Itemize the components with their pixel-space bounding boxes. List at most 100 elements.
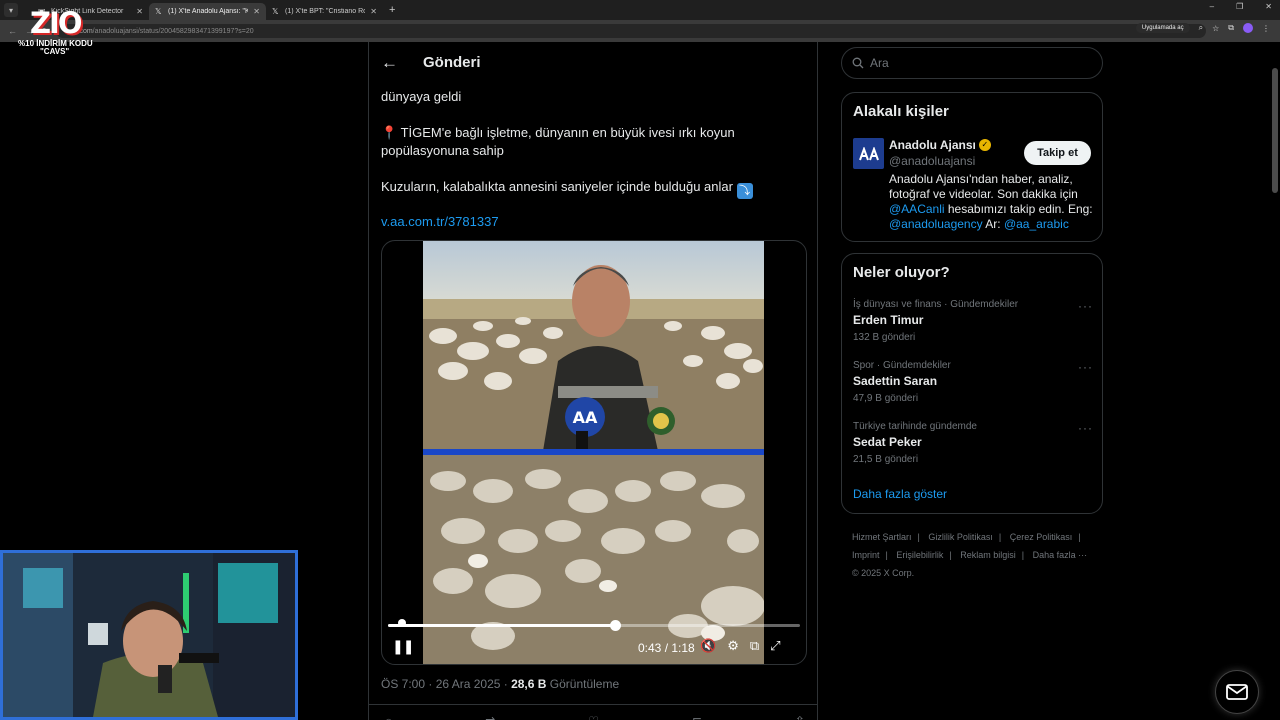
zoom-icon[interactable]: ⌕ [1199,23,1203,33]
related-title: Alakalı kişiler [853,103,949,120]
back-nav-icon[interactable]: ← [8,26,17,36]
x-logo-icon: 𝕏 [272,6,279,16]
tweet-paragraph: Kuzuların, kalabalıkta annesini saniyele… [381,178,801,199]
footer-link[interactable]: Reklam bilgisi [960,550,1016,560]
post-timestamp[interactable]: ÖS 7:00 · 26 Ara 2025 · [381,677,511,691]
video-player[interactable]: AA ❚❚ 0:43 / 1:18 🔇 ⚙ ⧉ ⤢ [381,240,807,665]
trend-item[interactable]: Spor · Gündemdekiler Sadettin Saran 47,9… [853,360,1093,404]
trend-item[interactable]: İş dünyası ve finans · Gündemdekiler Erd… [853,299,1093,343]
trend-count: 47,9 B gönderi [853,393,919,404]
zio-logo: ZIO [30,6,83,40]
messages-button[interactable] [1215,670,1259,714]
follow-button[interactable]: Takip et [1024,141,1091,165]
footer-link[interactable]: Gizlilik Politikası [928,532,993,542]
trend-name: Sadettin Saran [853,374,938,388]
main-column: ← Gönderi dünyaya geldi 📍 TİGEM'e bağlı … [368,42,818,720]
video-progress-fill [388,624,615,627]
post-meta: ÖS 7:00 · 26 Ara 2025 · 28,6 B Görüntüle… [381,677,619,691]
bio-link[interactable]: @anadoluagency [889,217,983,231]
anadolu-logo-icon [858,146,879,160]
video-control-icons: 🔇 ⚙ ⧉ ⤢ [700,638,781,654]
video-progress-bar[interactable] [388,620,800,631]
arrow-left-icon[interactable]: ← [381,53,398,73]
divider [369,704,817,705]
repost-icon[interactable]: ⇄ [485,714,495,720]
copyright: © 2025 X Corp. [852,568,915,578]
restore-icon[interactable]: ❐ [1236,2,1243,11]
mute-icon[interactable]: 🔇 [700,638,716,654]
reply-icon[interactable]: ○ [385,714,392,720]
arrow-down-emoji-icon: ⤵ [736,183,753,199]
tab-title: (1) X'te Anadolu Ajansı: "Kuzu... [168,8,249,15]
post-view-count: 28,6 B [511,677,547,691]
profile-avatar[interactable] [1243,23,1253,33]
more-dots-icon[interactable]: ··· [1078,299,1093,313]
url-path: /anadoluajansi/status/200458298347139919… [92,27,254,35]
open-in-app-button[interactable]: Uygulamada aç [1135,23,1190,33]
video-frame-image: AA [423,241,764,664]
sidebar-footer: Hizmet Şartları | Gizlilik Politikası | Çe… [852,528,1102,582]
trend-item[interactable]: Türkiye tarihinde gündemde Sedat Peker 2… [853,421,1093,465]
footer-link[interactable]: Erişilebilirlik [896,550,943,560]
url-field[interactable]: x.com/anadoluajansi/status/2004582983471… [56,24,1206,38]
minimize-icon[interactable]: – [1210,2,1214,11]
tweet-link[interactable]: v.aa.com.tr/3781337 [381,214,499,229]
post-view-label: Görüntüleme [546,677,620,691]
window-controls: – ❐ ✕ [1210,2,1272,11]
pause-icon[interactable]: ❚❚ [392,638,414,655]
show-more-link[interactable]: Daha fazla göster [853,487,947,501]
browser-menu-icon[interactable]: ⋮ [1262,24,1270,33]
trend-count: 21,5 B gönderi [853,454,919,465]
bio-link[interactable]: @AACanli [889,202,945,216]
close-window-icon[interactable]: ✕ [1265,2,1272,11]
pin-icon: 📍 [381,125,401,140]
envelope-icon [1226,684,1248,700]
account-name[interactable]: Anadolu Ajansı ✓ [889,138,991,152]
more-dots-icon[interactable]: ··· [1078,421,1093,435]
settings-gear-icon[interactable]: ⚙ [727,638,739,654]
like-icon[interactable]: ♡ [588,714,599,720]
post-header: ← Gönderi [369,42,817,84]
extensions-icon[interactable]: ⧉ [1228,23,1234,33]
browser-tab-bar: ▾ ▣ KickSight Link Detector ✕ 𝕏 (1) X'te… [0,0,1280,20]
video-progress-handle[interactable] [609,620,621,631]
trend-category: İş dünyası ve finans · Gündemdekiler [853,299,1019,310]
footer-link[interactable]: Daha fazla ··· [1033,550,1088,560]
page-scrollbar[interactable] [1272,68,1278,193]
footer-link[interactable]: Imprint [852,550,880,560]
share-icon[interactable]: ⇪ [795,714,805,720]
bio-link[interactable]: @aa_arabic [1004,217,1069,231]
search-input[interactable]: Ara [841,47,1103,79]
avatar[interactable] [853,138,884,169]
svg-text:AA: AA [573,408,598,427]
streamer-logo-overlay: ZIO %10 İNDİRİM KODU "CAVS" [18,6,98,57]
trend-category: Spor · Gündemdekiler [853,360,951,371]
address-bar-actions: Uygulamada aç ⌕ ☆ ⧉ ⋮ [1135,23,1270,33]
tab-close-icon[interactable]: ✕ [253,7,260,16]
new-tab-icon[interactable]: + [389,4,395,16]
tab-title: (1) X'te BPT: "Cristiano Ronaldo... [285,8,366,15]
post-action-bar: ○ ⇄ ♡ ⊏ ⇪ [385,714,805,720]
trend-count: 132 B gönderi [853,332,916,343]
verified-badge-icon: ✓ [978,139,991,151]
tab-search-icon[interactable]: ▾ [4,3,18,17]
trends-title: Neler oluyor? [853,264,950,281]
bookmark-star-icon[interactable]: ☆ [1212,24,1219,33]
bookmark-icon[interactable]: ⊏ [692,714,702,720]
footer-link[interactable]: Hizmet Şartları [852,532,912,542]
tab-close-icon[interactable]: ✕ [136,7,143,16]
picture-in-picture-icon[interactable]: ⧉ [750,638,759,654]
more-dots-icon[interactable]: ··· [1078,360,1093,374]
related-people-card: Alakalı kişiler Anadolu Ajansı ✓ @anadol… [841,92,1103,242]
page-title: Gönderi [423,54,481,71]
tweet-text: dünyaya geldi 📍 TİGEM'e bağlı işletme, d… [381,88,801,217]
browser-tab-2[interactable]: 𝕏 (1) X'te Anadolu Ajansı: "Kuzu... ✕ [149,3,266,20]
tab-close-icon[interactable]: ✕ [370,7,377,16]
video-time: 0:43 / 1:18 [638,641,695,655]
search-icon [852,57,864,69]
account-handle[interactable]: @anadoluajansi [889,154,975,168]
trend-name: Sedat Peker [853,435,922,449]
footer-link[interactable]: Çerez Politikası [1010,532,1073,542]
fullscreen-icon[interactable]: ⤢ [770,638,780,654]
browser-tab-3[interactable]: 𝕏 (1) X'te BPT: "Cristiano Ronaldo... ✕ [266,3,383,20]
